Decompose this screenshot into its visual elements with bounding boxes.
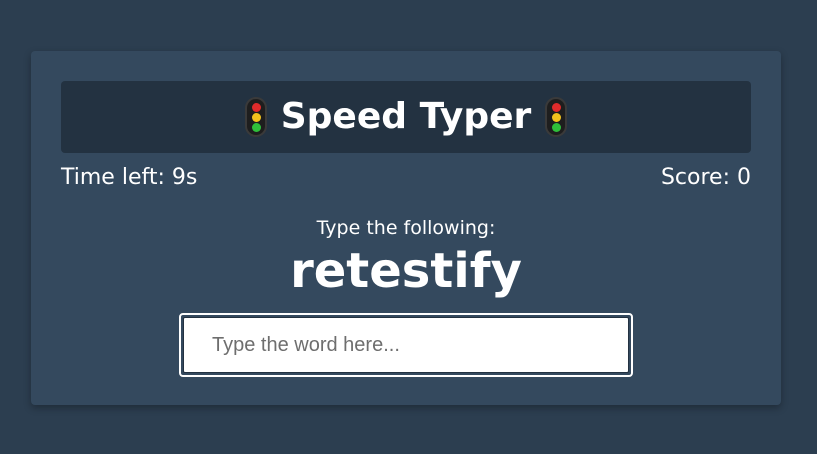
prompt-text: Type the following: <box>316 217 496 239</box>
game-card: Speed Typer Time left: 9s Score: 0 Type … <box>31 51 781 405</box>
score-label: Score: 0 <box>660 165 751 190</box>
traffic-light-icon <box>545 97 568 137</box>
traffic-light-icon <box>244 97 267 137</box>
target-word: retestify <box>290 243 522 299</box>
time-left-label: Time left: 9s <box>61 165 198 190</box>
page-title: Speed Typer <box>280 96 532 137</box>
word-input-wrapper <box>179 313 633 377</box>
title-bar: Speed Typer <box>61 81 751 153</box>
stats-row: Time left: 9s Score: 0 <box>61 165 751 190</box>
word-input[interactable] <box>183 317 629 373</box>
